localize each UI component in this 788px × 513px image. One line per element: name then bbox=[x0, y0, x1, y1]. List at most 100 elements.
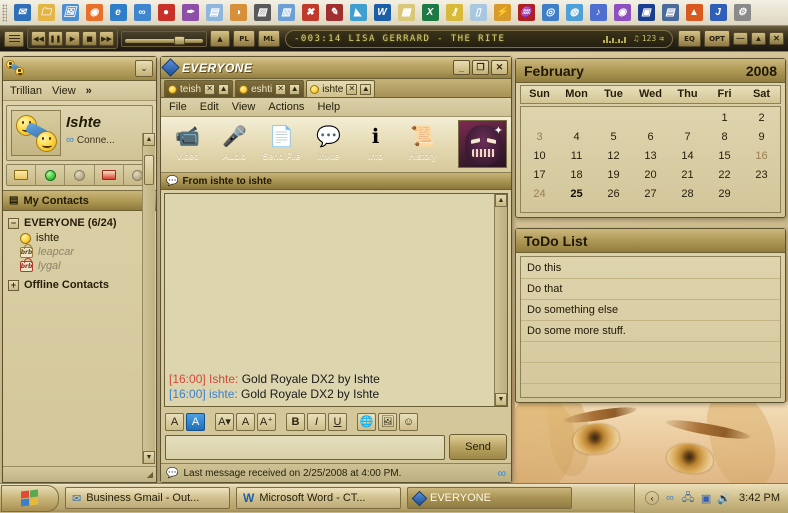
sail-icon[interactable]: ◣ bbox=[347, 2, 369, 24]
status-available-button[interactable] bbox=[7, 165, 37, 185]
jet-icon[interactable]: J bbox=[707, 2, 729, 24]
list-item[interactable] bbox=[521, 363, 780, 384]
list-item[interactable]: brb lygal bbox=[3, 257, 156, 273]
media-player-bar[interactable]: ◀◀ ❚❚ ▶ ■ ▶▶ ▲ PL ML -003:14 LISA GERRAR… bbox=[0, 26, 788, 52]
list-item[interactable]: Do this bbox=[521, 258, 780, 279]
send-file-button[interactable]: 📄 Send File bbox=[258, 119, 305, 169]
cursor-tool-icon[interactable]: ▨ bbox=[251, 2, 273, 24]
tab-teish[interactable]: teish ✕ ▲ bbox=[164, 80, 234, 97]
calendar-day-cell[interactable]: 29 bbox=[706, 185, 743, 204]
notepad-icon[interactable]: ▤ bbox=[203, 2, 225, 24]
calendar-grid[interactable]: 1 2 3 4 5 6 7 8 9 10 11 12 13 14 15 16 17 18 19 20 21 22 23 24 2… bbox=[520, 106, 781, 213]
tab-close-icon[interactable]: ✕ bbox=[204, 83, 216, 95]
calendar-day-cell[interactable]: 8 bbox=[706, 128, 743, 147]
excel-icon[interactable]: X bbox=[419, 2, 441, 24]
key-icon[interactable]: ⚷ bbox=[443, 2, 465, 24]
start-button[interactable] bbox=[1, 484, 59, 512]
my-contacts-header[interactable]: ▤ My Contacts bbox=[3, 190, 156, 211]
system-tray[interactable]: ‹ ∞ 🖧 ▣ 🔊 3:42 PM bbox=[634, 483, 788, 513]
font-color-button[interactable]: A bbox=[165, 412, 184, 431]
folder-icon[interactable]: 🗀 bbox=[35, 2, 57, 24]
page-icon[interactable]: ▯ bbox=[467, 2, 489, 24]
calendar-day-cell[interactable]: 16 bbox=[743, 147, 780, 166]
contact-list-scrollbar[interactable]: ▲ ▼ bbox=[142, 133, 155, 464]
media-icon[interactable]: ◍ bbox=[563, 2, 585, 24]
media-library-button[interactable]: ML bbox=[258, 30, 280, 47]
toolbar-grip[interactable] bbox=[2, 3, 7, 22]
trillian-contact-list-window[interactable]: ⌄ Trillian View » Ishte ∞ Conne... ▤ My … bbox=[2, 56, 157, 483]
pen-icon[interactable]: ✒ bbox=[179, 2, 201, 24]
calendar-day-cell[interactable]: 22 bbox=[706, 166, 743, 185]
trillian-icon[interactable]: ∞ bbox=[131, 2, 153, 24]
screen-icon[interactable]: ▣ bbox=[635, 2, 657, 24]
quick-launch-toolbar[interactable]: ✉ 🗀 🖼 ◉ e ∞ ● ✒ ▤ ◑ ▨ ▥ ✖ ✎ ◣ W ▦ X ⚷ ▯ ⚡ ♒ ◎ ◍ ♪ ◉ ▣ ▤ ▲ J ⚙ bbox=[0, 0, 788, 26]
status-message-button[interactable] bbox=[94, 165, 124, 185]
group-row-everyone[interactable]: − EVERYONE (6/24) bbox=[3, 215, 156, 231]
emoticon-button[interactable]: ☺ bbox=[399, 412, 418, 431]
group-expander[interactable]: − bbox=[8, 217, 19, 229]
avatar[interactable] bbox=[11, 110, 61, 156]
list-item[interactable]: ishte bbox=[3, 231, 156, 245]
blue-document-icon[interactable]: ▥ bbox=[275, 2, 297, 24]
calendar-day-cell[interactable]: 20 bbox=[632, 166, 669, 185]
calendar-day-cell[interactable]: 27 bbox=[632, 185, 669, 204]
tab-close-icon[interactable]: ✕ bbox=[275, 83, 287, 95]
fountain-icon[interactable]: ♒ bbox=[515, 2, 537, 24]
red-blob-icon[interactable]: ● bbox=[155, 2, 177, 24]
calendar-day-cell[interactable]: 21 bbox=[669, 166, 706, 185]
insert-image-button[interactable]: 🖼 bbox=[378, 412, 397, 431]
chat-minimize-button[interactable]: _ bbox=[453, 60, 470, 75]
calendar-day-cell[interactable]: 28 bbox=[669, 185, 706, 204]
tray-network-icon[interactable]: 🖧 bbox=[681, 491, 695, 505]
video-button[interactable]: 📹 Video bbox=[164, 119, 211, 169]
tray-trillian-icon[interactable]: ∞ bbox=[663, 491, 677, 505]
message-input-row[interactable]: Send bbox=[161, 431, 511, 463]
resize-grip[interactable]: ◢ bbox=[147, 470, 153, 479]
bold-button[interactable]: B bbox=[286, 412, 305, 431]
message-log[interactable]: [16:00] Ishte: Gold Royale DX2 by Ishte[… bbox=[164, 193, 508, 407]
purple-disc-icon[interactable]: ◉ bbox=[611, 2, 633, 24]
player-transport-controls[interactable]: ◀◀ ❚❚ ▶ ■ ▶▶ bbox=[27, 28, 118, 49]
calendar-day-cell[interactable]: 2 bbox=[743, 109, 780, 128]
flame-icon[interactable]: ▲ bbox=[683, 2, 705, 24]
scroll-down-button[interactable]: ▼ bbox=[143, 451, 155, 464]
calendar-day-cell[interactable]: 7 bbox=[669, 128, 706, 147]
calendar-day-cell[interactable]: 6 bbox=[632, 128, 669, 147]
calendar-day-cell[interactable]: 26 bbox=[595, 185, 632, 204]
log-scroll-down-button[interactable]: ▼ bbox=[495, 393, 507, 406]
list-item[interactable]: Do that bbox=[521, 279, 780, 300]
calendar-day-cell[interactable]: 1 bbox=[706, 109, 743, 128]
playlist-button[interactable]: PL bbox=[233, 30, 255, 47]
equalizer-button[interactable]: EQ bbox=[678, 30, 701, 47]
font-size-down-button[interactable]: A bbox=[236, 412, 255, 431]
calendar-day-cell[interactable]: 12 bbox=[595, 147, 632, 166]
tab-eshti[interactable]: eshti ✕ ▲ bbox=[235, 80, 305, 97]
chat-titlebar[interactable]: EVERYONE _ ❐ ✕ bbox=[161, 57, 511, 79]
calendar-day-cell[interactable]: 10 bbox=[521, 147, 558, 166]
list-item[interactable]: Do something else bbox=[521, 300, 780, 321]
internet-explorer-icon[interactable]: e bbox=[107, 2, 129, 24]
menu-view[interactable]: View bbox=[52, 85, 76, 97]
outlook-icon[interactable]: ✉ bbox=[11, 2, 33, 24]
message-input[interactable] bbox=[165, 434, 445, 460]
calendar-day-cell[interactable]: 23 bbox=[743, 166, 780, 185]
lightning-icon[interactable]: ⚡ bbox=[491, 2, 513, 24]
message-log-scrollbar[interactable]: ▲ ▼ bbox=[494, 194, 507, 406]
options-button[interactable]: OPT bbox=[704, 30, 730, 47]
calendar-day-cell[interactable]: 24 bbox=[521, 185, 558, 204]
eject-button[interactable]: ▲ bbox=[210, 30, 230, 47]
taskbar-button[interactable]: W Microsoft Word - CT... bbox=[236, 487, 401, 509]
tray-app-icon[interactable]: ▣ bbox=[699, 491, 713, 505]
buddy-avatar[interactable]: ✦ bbox=[458, 120, 507, 168]
trillian-menubar[interactable]: Trillian View » bbox=[3, 81, 156, 101]
play-button[interactable]: ▶ bbox=[65, 31, 80, 46]
player-shade-button[interactable]: ▲ bbox=[751, 32, 766, 45]
calendar-day-cell[interactable]: 11 bbox=[558, 147, 595, 166]
menu-actions[interactable]: Actions bbox=[268, 101, 304, 113]
volume-slider[interactable] bbox=[121, 30, 207, 47]
book-icon[interactable]: ▤ bbox=[659, 2, 681, 24]
status-button-row[interactable] bbox=[6, 164, 153, 186]
log-scroll-up-button[interactable]: ▲ bbox=[495, 194, 507, 207]
list-item[interactable] bbox=[521, 342, 780, 363]
status-idle-button[interactable] bbox=[65, 165, 95, 185]
